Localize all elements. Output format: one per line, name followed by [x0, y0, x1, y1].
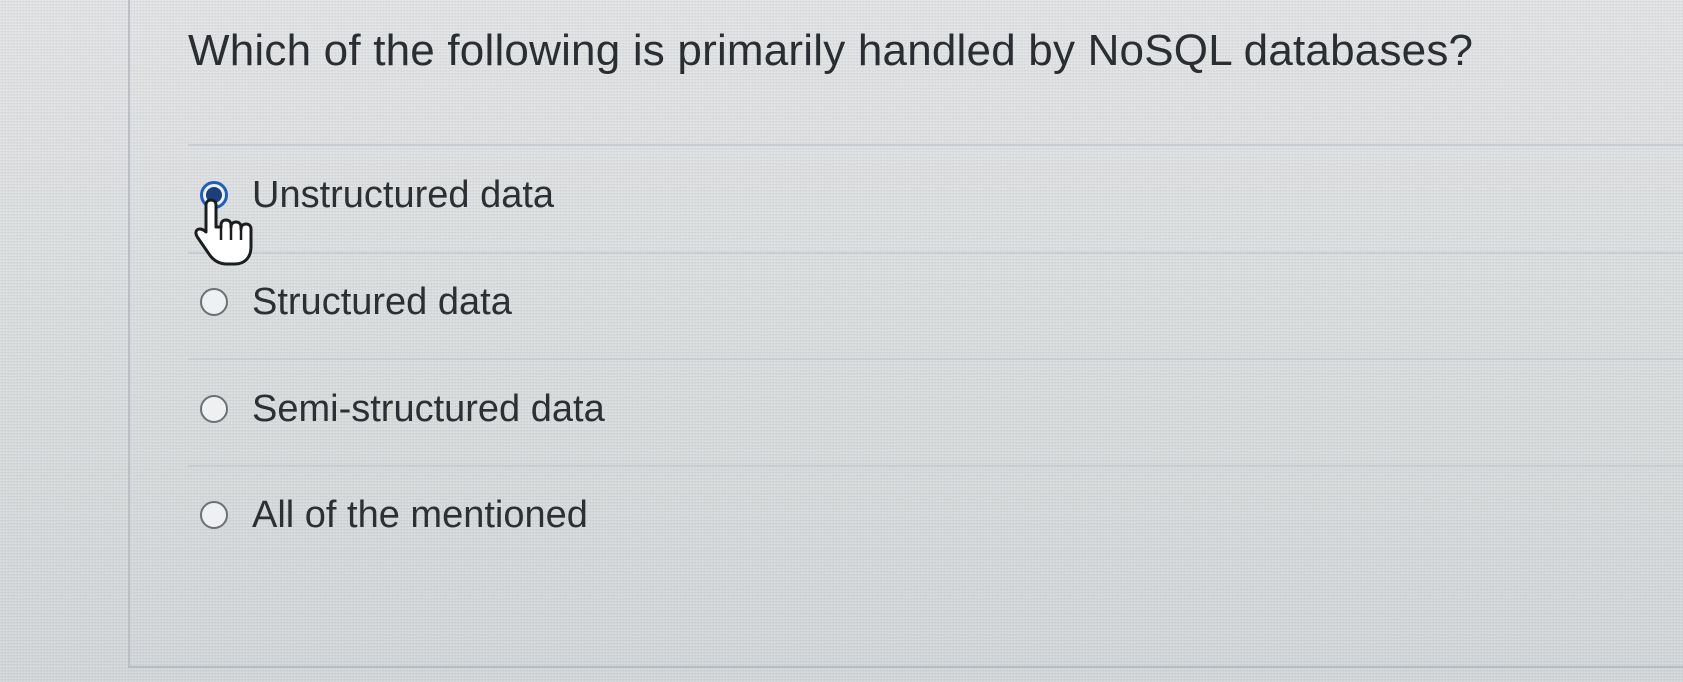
radio-button[interactable] — [200, 288, 228, 316]
panel-bottom-border — [128, 666, 1683, 668]
radio-button[interactable] — [200, 395, 228, 423]
divider — [188, 144, 1683, 146]
divider — [188, 252, 1683, 254]
option-label: Semi-structured data — [252, 387, 605, 430]
option-unstructured-data[interactable]: Unstructured data — [188, 165, 554, 225]
radio-button[interactable] — [200, 501, 228, 529]
option-structured-data[interactable]: Structured data — [188, 272, 512, 332]
option-all-of-the-mentioned[interactable]: All of the mentioned — [188, 485, 588, 545]
divider — [188, 465, 1683, 467]
option-semi-structured-data[interactable]: Semi-structured data — [188, 379, 605, 439]
screen: Which of the following is primarily hand… — [0, 0, 1683, 682]
question-panel: Which of the following is primarily hand… — [130, 0, 1683, 666]
radio-button-selected[interactable] — [200, 181, 228, 209]
question-text: Which of the following is primarily hand… — [188, 26, 1474, 75]
option-label: Unstructured data — [252, 173, 555, 216]
option-label: Structured data — [252, 280, 512, 323]
option-label: All of the mentioned — [252, 493, 588, 536]
divider — [188, 358, 1683, 360]
